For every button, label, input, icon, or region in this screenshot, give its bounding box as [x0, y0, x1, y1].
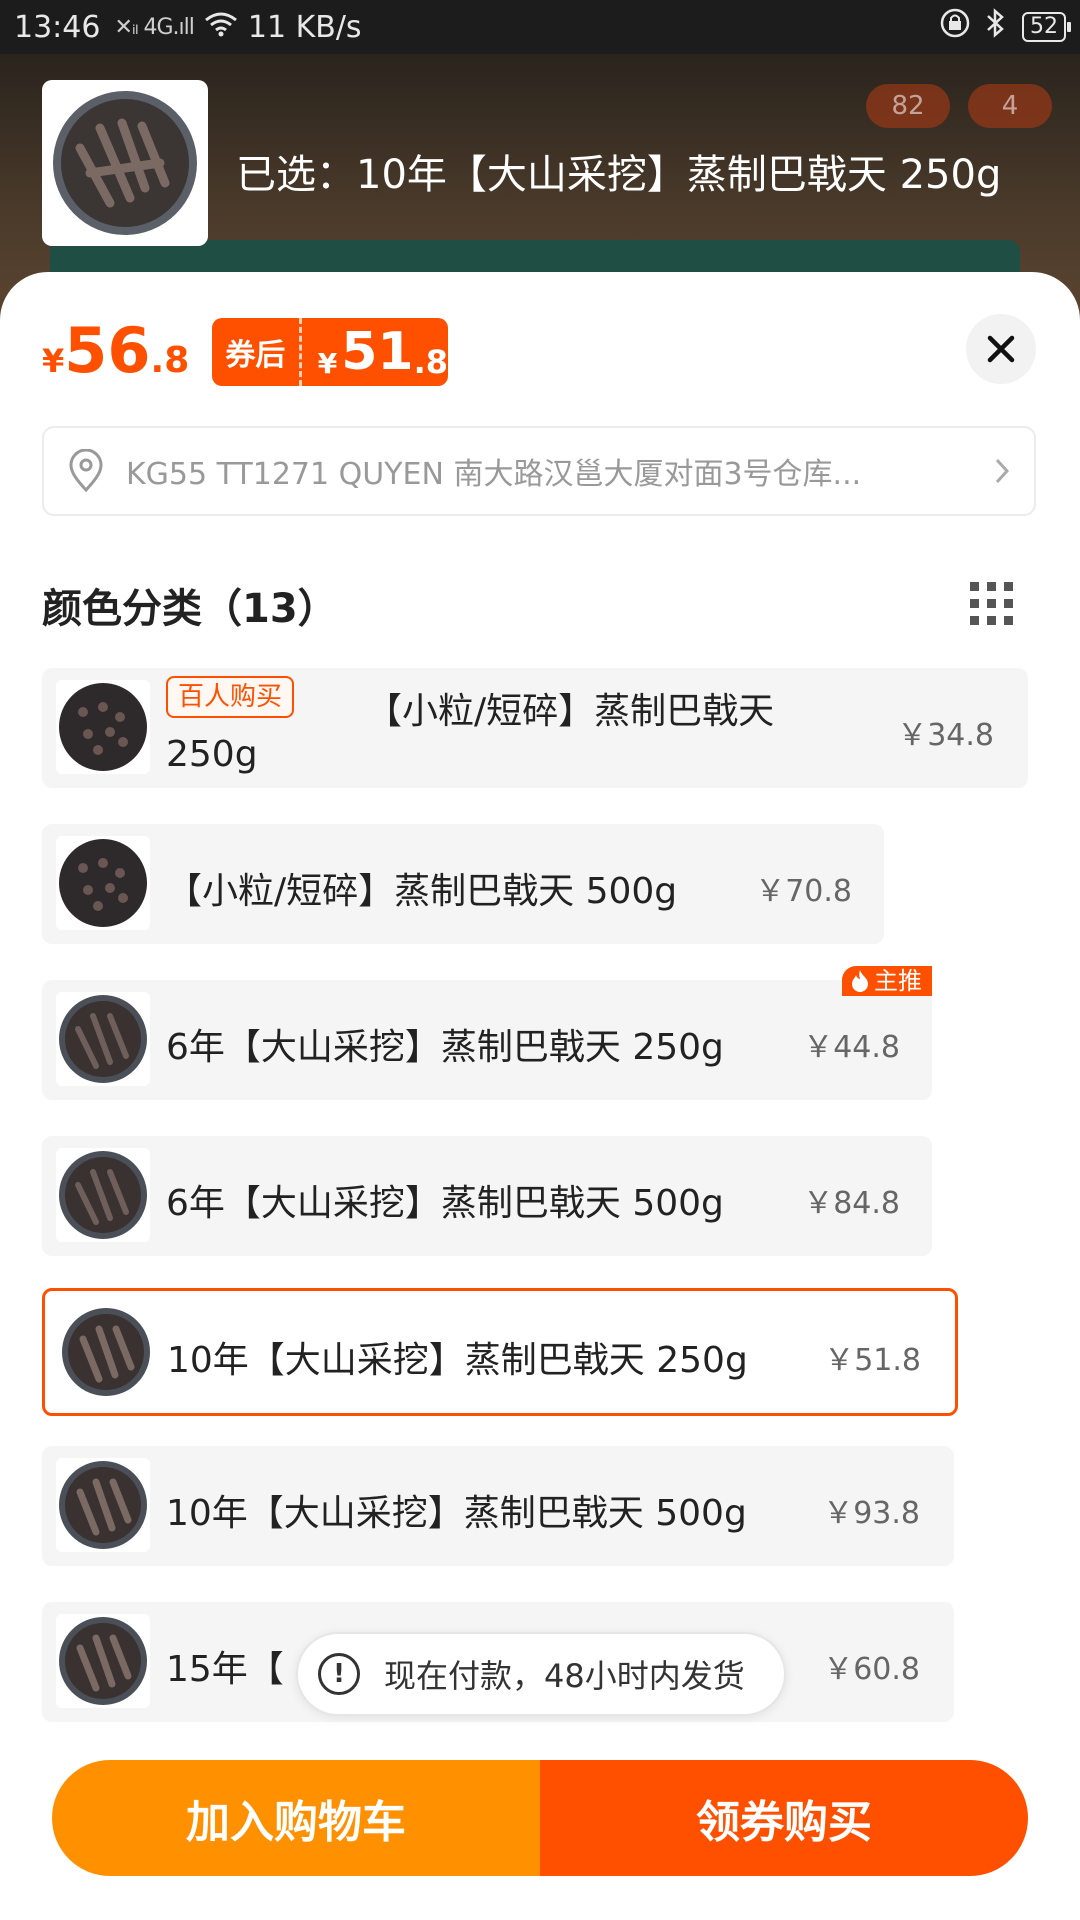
sku-price: ￥34.8	[897, 718, 994, 753]
sku-option[interactable]: 6年【大山采挖】蒸制巴戟天 500g ￥84.8	[42, 1136, 932, 1256]
sku-option-selected[interactable]: 10年【大山采挖】蒸制巴戟天 250g ￥51.8	[42, 1288, 958, 1416]
fire-icon	[852, 970, 868, 992]
sku-label: 10年【大山采挖】蒸制巴戟天 250g	[167, 1340, 748, 1381]
coupon-decimal: .8	[413, 343, 448, 381]
status-bar: 13:46 ✕ᵢₗ 4G.ıll 11 KB/s 52	[0, 0, 1080, 54]
grid-view-icon[interactable]	[970, 582, 1014, 630]
sku-option[interactable]: 百人购买 【小粒/短碎】蒸制巴戟天 250g ￥34.8	[42, 668, 1028, 788]
sku-price: ￥60.8	[823, 1652, 920, 1687]
price-decimal: .8	[150, 340, 190, 381]
sku-option[interactable]: 主推 6年【大山采挖】蒸制巴戟天 250g ￥44.8	[42, 966, 932, 1100]
sku-thumbnail	[56, 1614, 150, 1708]
coupon-currency: ¥	[317, 347, 338, 380]
sku-label: 6年【大山采挖】蒸制巴戟天 250g	[166, 1027, 724, 1068]
add-to-cart-button[interactable]: 加入购物车	[52, 1760, 540, 1876]
close-icon	[987, 335, 1015, 363]
sku-label-continued: 250g	[166, 734, 258, 775]
sku-thumbnail	[56, 1458, 150, 1552]
sku-price: ￥51.8	[824, 1343, 921, 1378]
sku-label: 【小粒/短碎】蒸制巴戟天	[366, 691, 775, 732]
selected-product-thumbnail[interactable]	[42, 80, 208, 246]
price-integer: 56	[64, 314, 151, 387]
sku-label: 10年【大山采挖】蒸制巴戟天 500g	[166, 1493, 747, 1534]
status-time: 13:46	[14, 9, 101, 45]
close-button[interactable]	[966, 314, 1036, 384]
selected-sku-title: 已选：10年【大山采挖】蒸制巴戟天 250g	[236, 152, 1002, 198]
popular-tag: 百人购买	[166, 676, 295, 718]
bluetooth-icon	[984, 8, 1008, 46]
sku-option[interactable]: 【小粒/短碎】蒸制巴戟天 500g ￥70.8	[42, 824, 884, 944]
sku-price: ￥93.8	[823, 1496, 920, 1531]
coupon-price-badge: 券后 ¥51.8	[212, 318, 448, 386]
color-category-title: 颜色分类（13）	[42, 586, 338, 632]
coupon-label: 券后	[212, 318, 302, 386]
share-badge: 82	[866, 84, 950, 128]
price-currency: ¥	[42, 342, 65, 380]
shipping-address-row[interactable]: KG55 TT1271 QUYEN 南大路汉邕大厦对面3号仓库...	[42, 426, 1036, 516]
sku-label: 6年【大山采挖】蒸制巴戟天 500g	[166, 1183, 724, 1224]
coupon-integer: 51	[341, 322, 414, 382]
sku-thumbnail	[56, 836, 150, 930]
toast-text: 现在付款，48小时内发货	[384, 1657, 745, 1695]
lock-icon	[940, 8, 970, 46]
sku-price: ￥70.8	[755, 874, 852, 909]
sku-thumbnail	[59, 1305, 153, 1399]
cart-badge: 4	[968, 84, 1052, 128]
buy-with-coupon-button[interactable]: 领券购买	[540, 1760, 1028, 1876]
sku-price: ￥44.8	[803, 1030, 900, 1065]
sku-thumbnail	[56, 992, 150, 1086]
battery-indicator: 52	[1022, 12, 1071, 42]
exclamation-icon: !	[318, 1653, 360, 1695]
current-price: ¥56.8	[42, 320, 189, 382]
sku-thumbnail	[56, 1148, 150, 1242]
sku-label: 【小粒/短碎】蒸制巴戟天 500g	[166, 871, 678, 912]
sku-option[interactable]: 10年【大山采挖】蒸制巴戟天 500g ￥93.8	[42, 1446, 954, 1566]
network-speed: 11 KB/s	[247, 9, 362, 45]
action-bar: 加入购物车 领券购买	[52, 1760, 1028, 1876]
wifi-icon	[204, 10, 238, 45]
shipping-notice-toast: ! 现在付款，48小时内发货	[296, 1632, 786, 1716]
signal-icon: ✕ᵢₗ 4G.ıll	[114, 14, 194, 40]
recommended-tag-label: 主推	[874, 967, 922, 995]
location-pin-icon	[69, 449, 103, 493]
sku-label: 15年【	[166, 1649, 284, 1690]
address-text: KG55 TT1271 QUYEN 南大路汉邕大厦对面3号仓库...	[126, 457, 862, 492]
product-image	[53, 91, 197, 235]
chevron-right-icon	[995, 458, 1010, 484]
recommended-tag: 主推	[842, 966, 932, 996]
sku-thumbnail	[56, 680, 150, 774]
sku-price: ￥84.8	[803, 1186, 900, 1221]
